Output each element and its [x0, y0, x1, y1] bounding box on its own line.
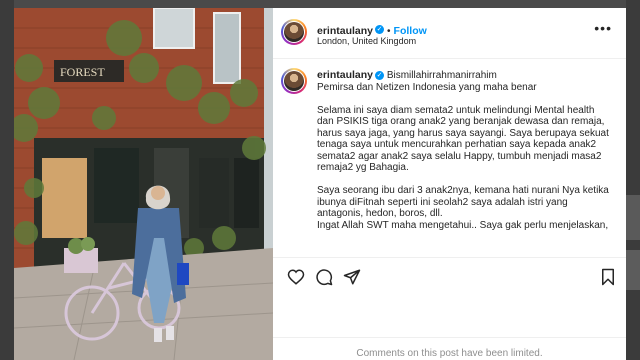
caption-username[interactable]: erintaulany [317, 69, 373, 81]
post-details-panel: erintaulany ✓ • Follow London, United Kingd… [273, 8, 626, 360]
avatar[interactable] [281, 68, 307, 94]
pub-sign-text: FOREST [60, 65, 105, 79]
location-link[interactable]: London, United Kingdom [317, 36, 416, 46]
avatar[interactable] [281, 19, 307, 45]
post-modal: FOREST erintaulany ✓ • Follow London, Un… [14, 8, 626, 360]
verified-badge-icon: ✓ [375, 25, 385, 35]
background-strip [626, 250, 640, 290]
caption-text: erintaulany ✓ Bismillahirrahmanirrahim Pe… [317, 69, 617, 231]
post-header: erintaulany ✓ • Follow London, United Kingd… [273, 8, 626, 59]
bookmark-icon[interactable] [599, 268, 617, 286]
photo-illustration: FOREST [14, 8, 273, 360]
heart-icon[interactable] [287, 268, 305, 286]
comments-limited-notice: Comments on this post have been limited. [273, 337, 626, 360]
background-strip [626, 195, 640, 240]
post-photo[interactable]: FOREST [14, 8, 273, 360]
comment-icon[interactable] [315, 268, 333, 286]
more-options-icon[interactable]: ••• [594, 20, 612, 36]
caption-first-line: Bismillahirrahmanirrahim [386, 70, 497, 81]
caption-body: Pemirsa dan Netizen Indonesia yang maha … [317, 81, 609, 231]
verified-badge-icon: ✓ [375, 70, 385, 80]
share-icon[interactable] [343, 268, 361, 286]
background-right [626, 0, 640, 360]
action-bar [273, 257, 626, 298]
caption: erintaulany ✓ Bismillahirrahmanirrahim Pe… [273, 59, 626, 259]
background-left [0, 0, 14, 360]
